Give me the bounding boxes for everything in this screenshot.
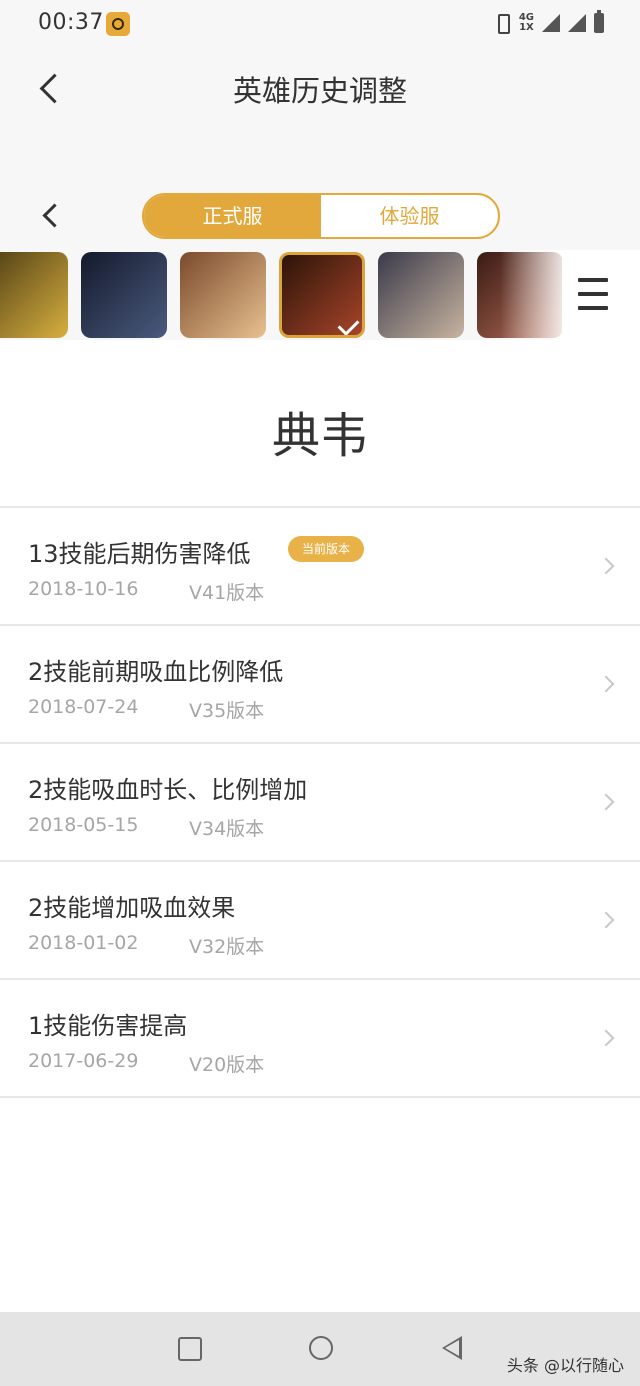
battery-icon xyxy=(594,10,604,33)
hero-menu-button[interactable] xyxy=(562,250,640,340)
chevron-right-icon xyxy=(597,911,615,929)
adjustment-date: 2018-01-02 xyxy=(28,932,139,954)
network-subtype-label: 1X xyxy=(519,22,534,33)
adjustment-item[interactable]: 1技能伤害提高 2017-06-29 V20版本 xyxy=(0,980,640,1098)
adjustment-title: 2技能增加吸血效果 xyxy=(28,894,236,922)
page-title: 英雄历史调整 xyxy=(232,74,407,108)
nav-back-icon[interactable] xyxy=(442,1336,462,1360)
hero-name: 典韦 xyxy=(271,408,368,464)
adjustment-item[interactable]: 13技能后期伤害降低 当前版本 2018-10-16 V41版本 xyxy=(0,508,640,626)
chevron-right-icon xyxy=(597,1029,615,1047)
chevron-left-icon xyxy=(42,203,67,228)
server-toggle: 正式服 体验服 xyxy=(142,193,500,239)
dianwei-hero-portrait[interactable] xyxy=(279,252,365,338)
adjustment-date: 2018-05-15 xyxy=(28,814,139,836)
adjustment-title: 2技能吸血时长、比例增加 xyxy=(28,776,308,804)
hero-list-back-button[interactable] xyxy=(34,195,74,235)
server-row: 正式服 体验服 xyxy=(0,190,640,240)
adjustment-title: 2技能前期吸血比例降低 xyxy=(28,658,284,686)
chevron-right-icon xyxy=(597,793,615,811)
adjustment-date: 2018-07-24 xyxy=(28,696,139,718)
adjustment-title: 1技能伤害提高 xyxy=(28,1012,188,1040)
status-time: 00:37 xyxy=(38,10,104,35)
golden-armor-hero-portrait[interactable] xyxy=(0,252,68,338)
current-version-badge: 当前版本 xyxy=(288,536,365,562)
menu-line xyxy=(578,306,608,310)
adjustment-version: V34版本 xyxy=(189,818,265,840)
app-notification-icon xyxy=(106,12,130,36)
adjustment-date: 2017-06-29 xyxy=(28,1050,139,1072)
signal-icon-2 xyxy=(568,14,586,32)
menu-line xyxy=(578,292,608,296)
signal-icon xyxy=(542,14,560,32)
adjustment-item[interactable]: 2技能吸血时长、比例增加 2018-05-15 V34版本 xyxy=(0,744,640,862)
header: 英雄历史调整 xyxy=(0,48,640,128)
adjustment-version: V20版本 xyxy=(189,1054,265,1076)
adjustment-date: 2018-10-16 xyxy=(28,578,139,600)
adjustment-version: V35版本 xyxy=(189,700,265,722)
status-icons: 4G 1X xyxy=(493,10,604,34)
adjustment-title: 13技能后期伤害降低 xyxy=(28,540,251,568)
strip-fade xyxy=(500,250,570,340)
watermark: 头条 @以行随心 xyxy=(506,1356,624,1375)
adjustment-item[interactable]: 2技能前期吸血比例降低 2018-07-24 V35版本 xyxy=(0,626,640,744)
hero-strip xyxy=(0,250,640,340)
status-bar: 00:37 4G 1X xyxy=(0,0,640,48)
adjustment-version: V41版本 xyxy=(189,582,265,604)
recent-apps-icon[interactable] xyxy=(178,1337,202,1361)
dark-haired-hero-portrait[interactable] xyxy=(81,252,167,338)
tab-test-server[interactable]: 体验服 xyxy=(321,195,498,237)
adjustment-version: V32版本 xyxy=(189,936,265,958)
chevron-right-icon xyxy=(597,675,615,693)
vibrate-icon xyxy=(493,12,511,34)
tab-official-server[interactable]: 正式服 xyxy=(144,195,321,237)
home-icon[interactable] xyxy=(309,1336,333,1360)
menu-line xyxy=(578,278,608,282)
network-type: 4G 1X xyxy=(519,13,534,33)
eyepatch-hero-portrait[interactable] xyxy=(180,252,266,338)
system-navbar: 头条 @以行随心 xyxy=(0,1312,640,1386)
adjustment-item[interactable]: 2技能增加吸血效果 2018-01-02 V32版本 xyxy=(0,862,640,980)
check-icon xyxy=(337,314,360,335)
chevron-right-icon xyxy=(597,557,615,575)
adjustment-list: 13技能后期伤害降低 当前版本 2018-10-16 V41版本 2技能前期吸血… xyxy=(0,506,640,1098)
white-beard-hero-portrait[interactable] xyxy=(378,252,464,338)
